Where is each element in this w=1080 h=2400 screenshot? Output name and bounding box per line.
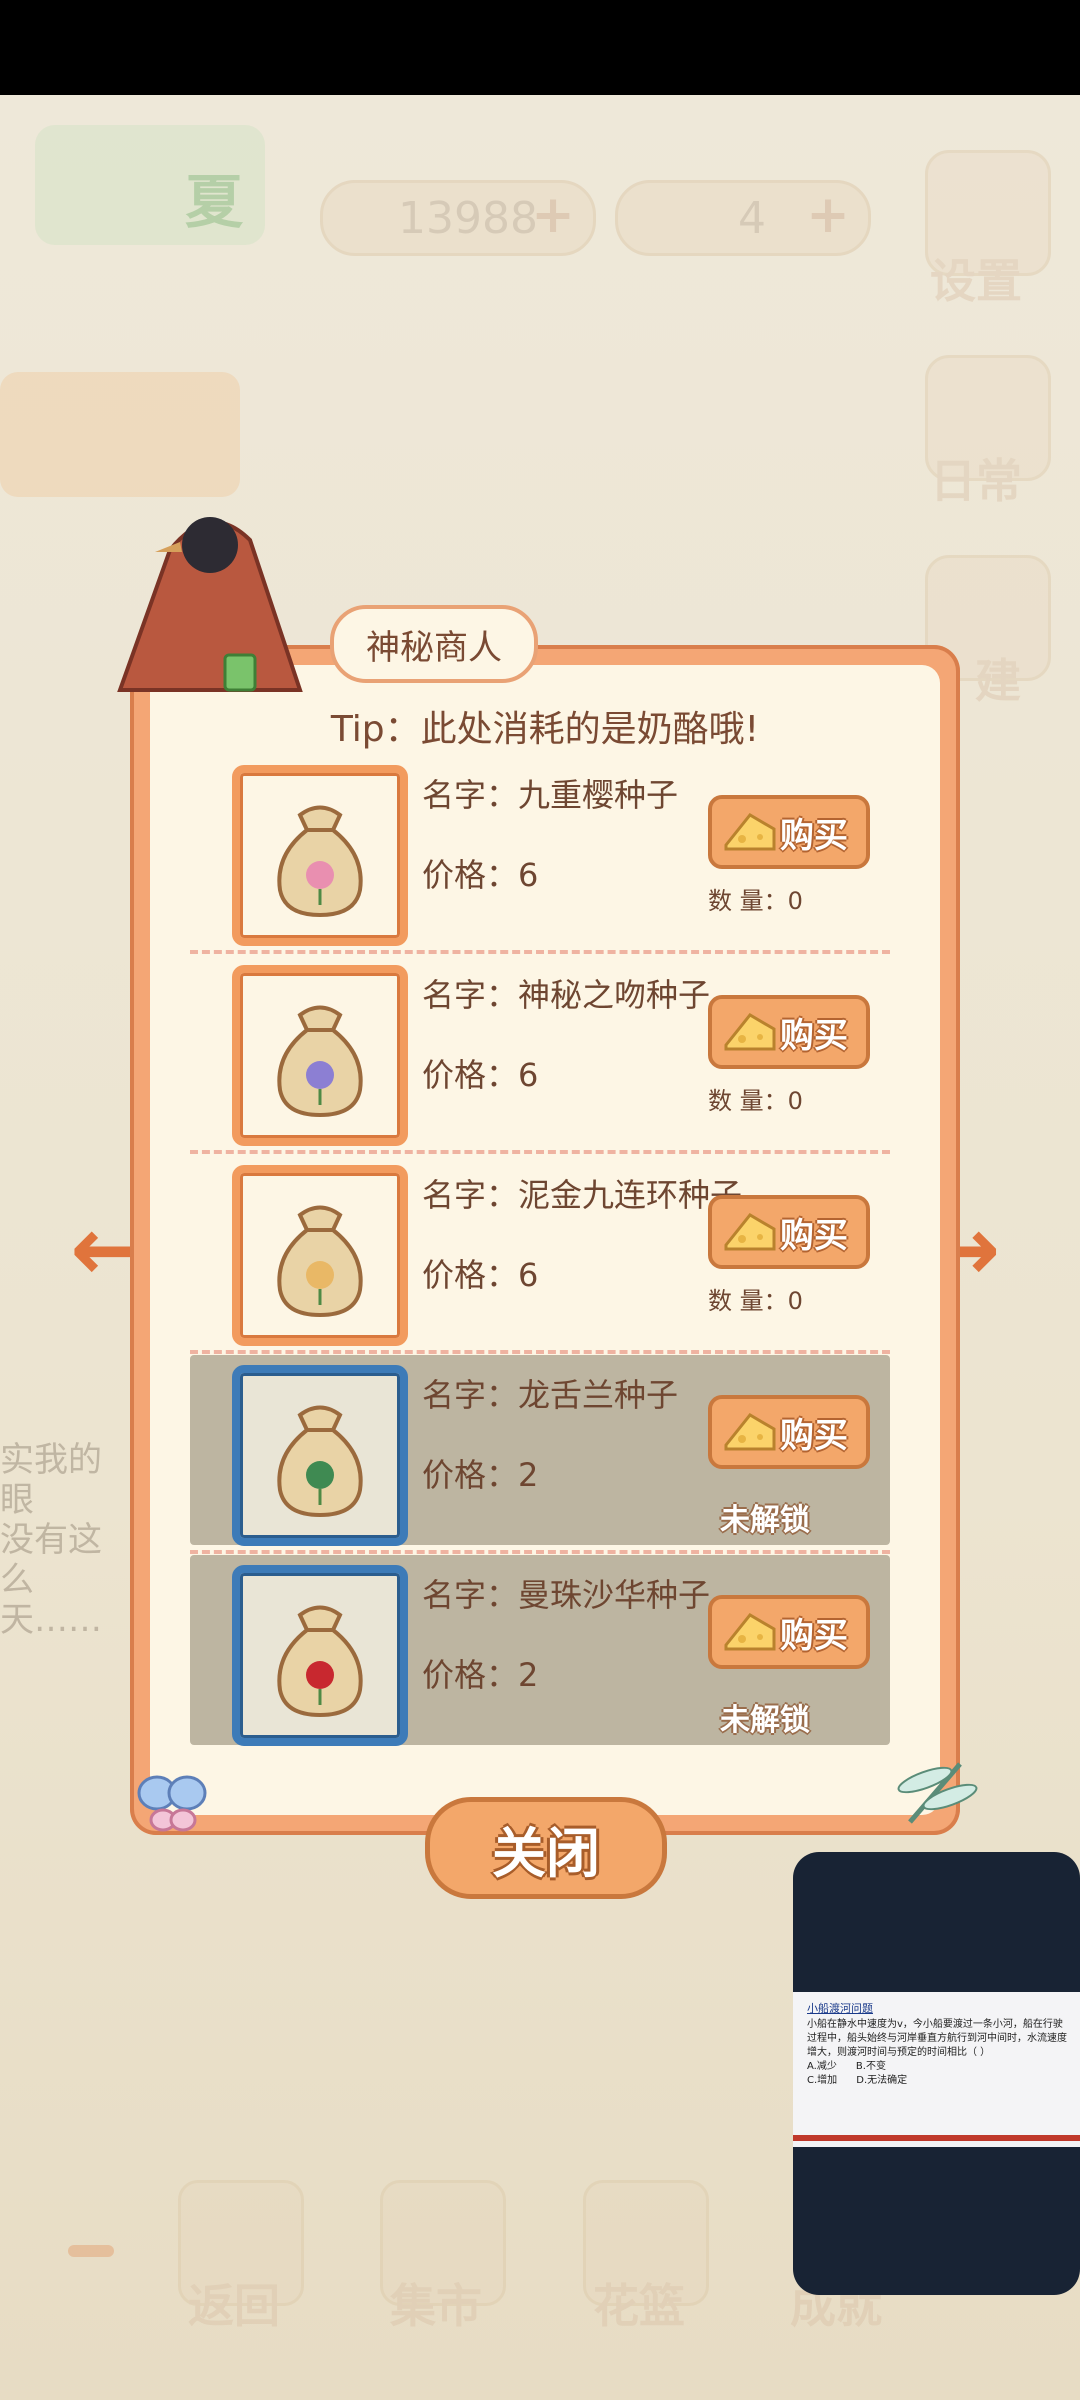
season-label: 夏: [184, 168, 243, 236]
cheese-currency-value: 4: [738, 192, 766, 244]
slide-body: 小船在静水中速度为v，今小船要渡过一条小河，船在行驶过程中，船头始终与河岸垂直方…: [807, 2018, 1067, 2088]
shop-item-row: 名字：九重樱种子 价格：6 购买数 量：0: [190, 755, 890, 946]
seed-thumbnail: [232, 1165, 408, 1346]
seed-bag-icon: [277, 1405, 363, 1518]
slide-option-b: B.不变: [855, 2061, 886, 2072]
buy-label: 购买: [780, 1415, 848, 1456]
row-divider: [190, 950, 890, 954]
background-text-line: 天……: [0, 1600, 102, 1640]
slide-option-d: D.无法确定: [856, 2075, 908, 2086]
seed-thumbnail: [232, 765, 408, 946]
market-nav-label: 集市: [390, 2279, 482, 2333]
fish-currency-pill: 13988 +: [320, 180, 596, 256]
seed-name: 名字：曼珠沙华种子: [422, 1576, 711, 1614]
row-divider: [190, 1350, 890, 1354]
seed-bag-icon: [277, 1005, 363, 1118]
seed-name: 名字：泥金九连环种子: [422, 1176, 743, 1214]
seed-thumbnail: [232, 1565, 408, 1746]
add-fish-button[interactable]: +: [531, 189, 575, 241]
row-divider: [190, 1550, 890, 1554]
shop-item-row: 名字：神秘之吻种子 价格：6 购买数 量：0: [190, 955, 890, 1146]
floating-video-window[interactable]: 小船渡河问题 小船在静水中速度为v，今小船要渡过一条小河，船在行驶过程中，船头始…: [793, 1852, 1080, 2295]
buy-label: 购买: [780, 1615, 848, 1656]
shop-item-row: 名字：曼珠沙华种子 价格：2 购买未解锁: [190, 1555, 890, 1746]
seed-quantity: 数 量：0: [708, 1087, 803, 1115]
buy-label: 购买: [780, 1015, 848, 1056]
butterfly-icon: [137, 1775, 207, 1832]
buy-button[interactable]: 购买: [708, 1395, 870, 1469]
cheese-icon: [724, 1413, 776, 1451]
buy-label: 购买: [780, 1215, 848, 1256]
seed-name: 名字：龙舌兰种子: [422, 1376, 679, 1414]
seed-price: 价格：6: [422, 1056, 539, 1094]
buy-button[interactable]: 购买: [708, 1595, 870, 1669]
buy-label: 购买: [780, 815, 848, 856]
slide-option-c: C.增加: [807, 2075, 838, 2086]
seed-name: 名字：九重樱种子: [422, 776, 679, 814]
back-nav-label: 返回: [188, 2279, 280, 2333]
basket-nav-label: 花篮: [593, 2279, 685, 2333]
seed-name: 名字：神秘之吻种子: [422, 976, 711, 1014]
status-bar: [0, 0, 1080, 95]
seed-price: 价格：2: [422, 1656, 539, 1694]
add-cheese-button[interactable]: +: [806, 189, 850, 241]
seed-quantity: 数 量：0: [708, 1287, 803, 1315]
slide-question: 小船在静水中速度为v，今小船要渡过一条小河，船在行驶过程中，船头始终与河岸垂直方…: [807, 2019, 1067, 2058]
close-button[interactable]: 关闭: [425, 1797, 667, 1899]
seed-bag-icon: [277, 1605, 363, 1718]
buy-button[interactable]: 购买: [708, 995, 870, 1069]
fish-currency-value: 13988: [398, 192, 538, 244]
seed-bag-icon: [277, 1205, 363, 1318]
buy-button[interactable]: 购买: [708, 795, 870, 869]
buy-button[interactable]: 购买: [708, 1195, 870, 1269]
cheese-icon: [724, 1613, 776, 1651]
dialog-tip: Tip：此处消耗的是奶酪哦!: [330, 709, 760, 750]
shop-item-row: 名字：龙舌兰种子 价格：2 购买未解锁: [190, 1355, 890, 1546]
backpack-button[interactable]: [0, 372, 240, 497]
season-badge[interactable]: 夏: [35, 125, 265, 245]
locked-status: 未解锁: [720, 1503, 810, 1538]
slide-title: 小船渡河问题: [807, 2002, 873, 2015]
dialog-title: 神秘商人: [330, 605, 538, 683]
seed-thumbnail: [232, 965, 408, 1146]
row-divider: [190, 1150, 890, 1154]
cheese-icon: [724, 813, 776, 851]
slide-footer-bar: [793, 2135, 1080, 2141]
slide-option-a: A.减少: [807, 2061, 837, 2072]
build-label: 建: [975, 654, 1021, 708]
cheese-icon: [724, 1013, 776, 1051]
seed-price: 价格：6: [422, 1256, 539, 1294]
locked-status: 未解锁: [720, 1703, 810, 1738]
settings-label: 设置: [930, 254, 1022, 308]
background-dialog-text: 实我的眼 没有这么 天……: [0, 1440, 130, 1640]
daily-label: 日常: [930, 454, 1022, 508]
cheese-currency-pill: 4 +: [615, 180, 871, 256]
video-slide: 小船渡河问题 小船在静水中速度为v，今小船要渡过一条小河，船在行驶过程中，船头始…: [793, 1992, 1080, 2147]
background-text-line: 没有这么: [0, 1520, 102, 1600]
dragonfly-icon: [897, 1762, 978, 1824]
dash-indicator: [68, 2245, 114, 2257]
seed-quantity: 数 量：0: [708, 887, 803, 915]
seed-price: 价格：6: [422, 856, 539, 894]
background-text-line: 实我的眼: [0, 1440, 102, 1520]
cheese-icon: [724, 1213, 776, 1251]
merchant-crow-icon: [117, 517, 303, 692]
shop-item-row: 名字：泥金九连环种子 价格：6 购买数 量：0: [190, 1155, 890, 1346]
seed-bag-icon: [277, 805, 363, 918]
seed-thumbnail: [232, 1365, 408, 1546]
seed-price: 价格：2: [422, 1456, 539, 1494]
